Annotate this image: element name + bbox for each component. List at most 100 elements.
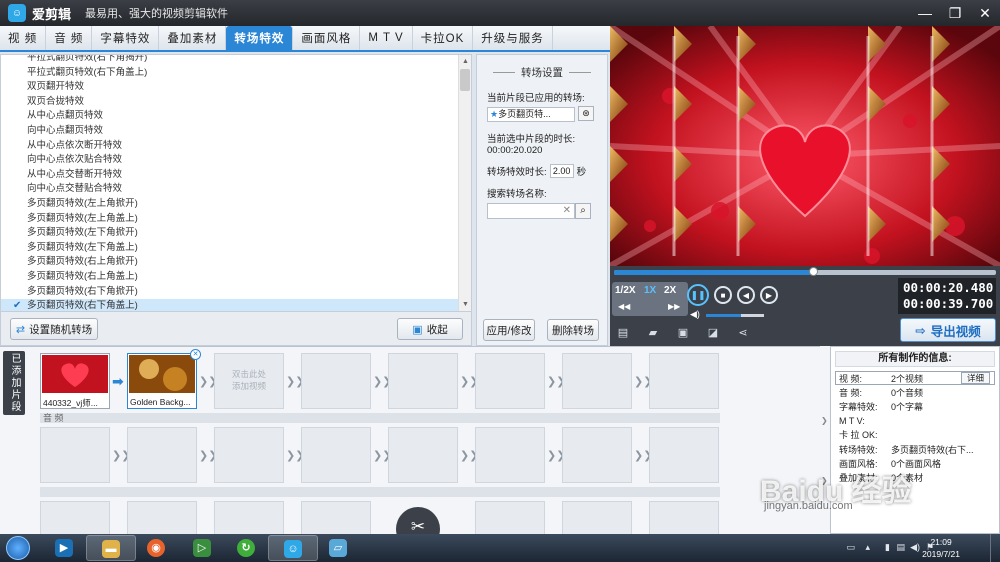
open-folder-icon[interactable]: ▰: [646, 326, 660, 340]
device-icon[interactable]: ▮: [885, 542, 890, 553]
scroll-up-icon[interactable]: ▲: [459, 55, 471, 68]
close-icon[interactable]: ✕: [970, 0, 1000, 26]
restore-icon[interactable]: ❐: [940, 0, 970, 26]
track-slot[interactable]: [301, 501, 371, 534]
empty-clip-slot[interactable]: [388, 353, 458, 409]
effect-duration-input[interactable]: 2.00: [549, 164, 574, 178]
transition-list-item[interactable]: 多页翻页特效(右下角掀开): [1, 285, 471, 300]
search-icon[interactable]: ⌕: [575, 203, 591, 219]
empty-clip-slot[interactable]: [301, 353, 371, 409]
seek-bar[interactable]: [614, 267, 996, 276]
speaker-icon[interactable]: ◀): [910, 542, 920, 553]
track-slot[interactable]: [214, 501, 284, 534]
remove-clip-icon[interactable]: ✕: [190, 349, 201, 360]
track-slot[interactable]: [649, 501, 719, 534]
audio-slot[interactable]: [475, 427, 545, 483]
delete-transition-button[interactable]: 删除转场: [547, 319, 599, 341]
transition-list-item[interactable]: 多页翻页特效(右上角盖上): [1, 270, 471, 285]
taskbar-app[interactable]: ◉: [132, 535, 182, 561]
track-slot[interactable]: [127, 501, 197, 534]
taskbar-app[interactable]: ▱: [314, 535, 364, 561]
keyboard-icon[interactable]: ▭: [846, 542, 855, 553]
pause-button[interactable]: ❚❚: [687, 284, 709, 306]
transition-marker[interactable]: ➡: [112, 373, 124, 389]
seek-knob[interactable]: [808, 267, 818, 276]
new-project-icon[interactable]: ▤: [616, 326, 630, 340]
rewind-icon[interactable]: ◀◀: [618, 302, 630, 311]
transition-list-item[interactable]: 多页翻页特效(左上角掀开): [1, 197, 471, 212]
scissors-icon[interactable]: ✂: [396, 507, 440, 534]
start-button[interactable]: [6, 536, 30, 560]
clip-1[interactable]: 440332_vj师...: [40, 353, 110, 409]
scroll-down-icon[interactable]: ▼: [459, 298, 471, 311]
speed-normal[interactable]: 1X: [644, 285, 656, 296]
speed-half[interactable]: 1/2X: [615, 285, 636, 296]
system-clock[interactable]: 21:09 2019/7/21: [922, 536, 960, 560]
stop-button[interactable]: ■: [714, 286, 732, 304]
tab-subtitle-effects[interactable]: 字幕特效: [92, 26, 160, 50]
transition-list-item[interactable]: 多页翻页特效(左上角盖上): [1, 212, 471, 227]
fast-forward-icon[interactable]: ▶▶: [668, 302, 680, 311]
transition-search-input[interactable]: ✕: [487, 203, 575, 219]
tray-expand-icon[interactable]: ▴: [865, 542, 870, 553]
clip-2[interactable]: Golden Backg... ✕: [127, 349, 201, 409]
collapse-arrow-icon[interactable]: ❯: [821, 416, 828, 425]
details-button[interactable]: 详细: [960, 372, 990, 384]
tab-transition-effects[interactable]: 转场特效: [226, 26, 294, 50]
tab-audio[interactable]: 音 频: [46, 26, 93, 50]
transition-list-item[interactable]: 平拉式翻页特效(右下角揭开): [1, 55, 471, 66]
audio-slot[interactable]: [127, 427, 197, 483]
clear-icon[interactable]: ✕: [563, 205, 571, 216]
track-slot[interactable]: [562, 501, 632, 534]
random-transition-button[interactable]: ⇄ 设置随机转场: [10, 318, 98, 340]
transition-list-item[interactable]: 向中心点翻页特效: [1, 124, 471, 139]
export-video-button[interactable]: ⇨ 导出视频: [900, 318, 996, 342]
audio-slot[interactable]: [562, 427, 632, 483]
next-frame-button[interactable]: ▶: [760, 286, 778, 304]
apply-transition-button[interactable]: 应用/修改: [483, 319, 535, 341]
speed-double[interactable]: 2X: [664, 285, 676, 296]
transition-list-item[interactable]: 向中心点依次贴合特效: [1, 153, 471, 168]
collapse-button[interactable]: ▣ 收起: [397, 318, 463, 340]
empty-clip-slot[interactable]: [649, 353, 719, 409]
audio-slot[interactable]: [40, 427, 110, 483]
minimize-icon[interactable]: —: [910, 0, 940, 26]
save-as-icon[interactable]: ◪: [706, 326, 720, 340]
save-icon[interactable]: ▣: [676, 326, 690, 340]
taskbar-app[interactable]: ☺: [268, 535, 318, 561]
transition-preview-icon[interactable]: ⊛: [578, 105, 595, 121]
audio-slot[interactable]: [214, 427, 284, 483]
tab-karaoke[interactable]: 卡拉OK: [413, 26, 474, 50]
tab-picture-style[interactable]: 画面风格: [293, 26, 361, 50]
tab-overlay[interactable]: 叠加素材: [159, 26, 227, 50]
added-clips-tab[interactable]: 已添加片段: [3, 351, 25, 415]
transition-list-item[interactable]: 多页翻页特效(右上角掀开): [1, 255, 471, 270]
transition-list-item[interactable]: 向中心点交替贴合特效: [1, 182, 471, 197]
transition-list-item[interactable]: 多页翻页特效(左下角盖上): [1, 241, 471, 256]
transition-list-item[interactable]: 从中心点翻页特效: [1, 109, 471, 124]
prev-frame-button[interactable]: ◀: [737, 286, 755, 304]
transition-list-item[interactable]: 多页翻页特效(左下角掀开): [1, 226, 471, 241]
show-desktop-button[interactable]: [990, 534, 1000, 562]
taskbar-app[interactable]: ▷: [178, 535, 228, 561]
transition-list-item[interactable]: 双页合拢特效: [1, 95, 471, 110]
transition-list-item[interactable]: ✔ 多页翻页特效(右下角盖上): [1, 299, 471, 311]
track-slot[interactable]: [40, 501, 110, 534]
list-scrollbar[interactable]: ▲ ▼: [458, 55, 471, 311]
taskbar-app[interactable]: ↻: [222, 535, 272, 561]
empty-clip-slot[interactable]: [475, 353, 545, 409]
taskbar-app[interactable]: ▶: [40, 535, 90, 561]
audio-slot[interactable]: [388, 427, 458, 483]
audio-slot[interactable]: [301, 427, 371, 483]
share-icon[interactable]: ⋖: [736, 326, 750, 340]
tab-upgrade[interactable]: 升级与服务: [473, 26, 553, 50]
scroll-thumb[interactable]: [460, 69, 470, 91]
transition-list-item[interactable]: 从中心点依次断开特效: [1, 139, 471, 154]
transition-list-item[interactable]: 双页翻开特效: [1, 80, 471, 95]
track-slot[interactable]: [475, 501, 545, 534]
transition-list-item[interactable]: 平拉式翻页特效(右下角盖上): [1, 66, 471, 81]
network-icon[interactable]: ▤: [896, 542, 905, 553]
tab-mtv[interactable]: M T V: [360, 26, 413, 50]
volume-slider[interactable]: [706, 314, 764, 317]
empty-clip-slot[interactable]: [562, 353, 632, 409]
